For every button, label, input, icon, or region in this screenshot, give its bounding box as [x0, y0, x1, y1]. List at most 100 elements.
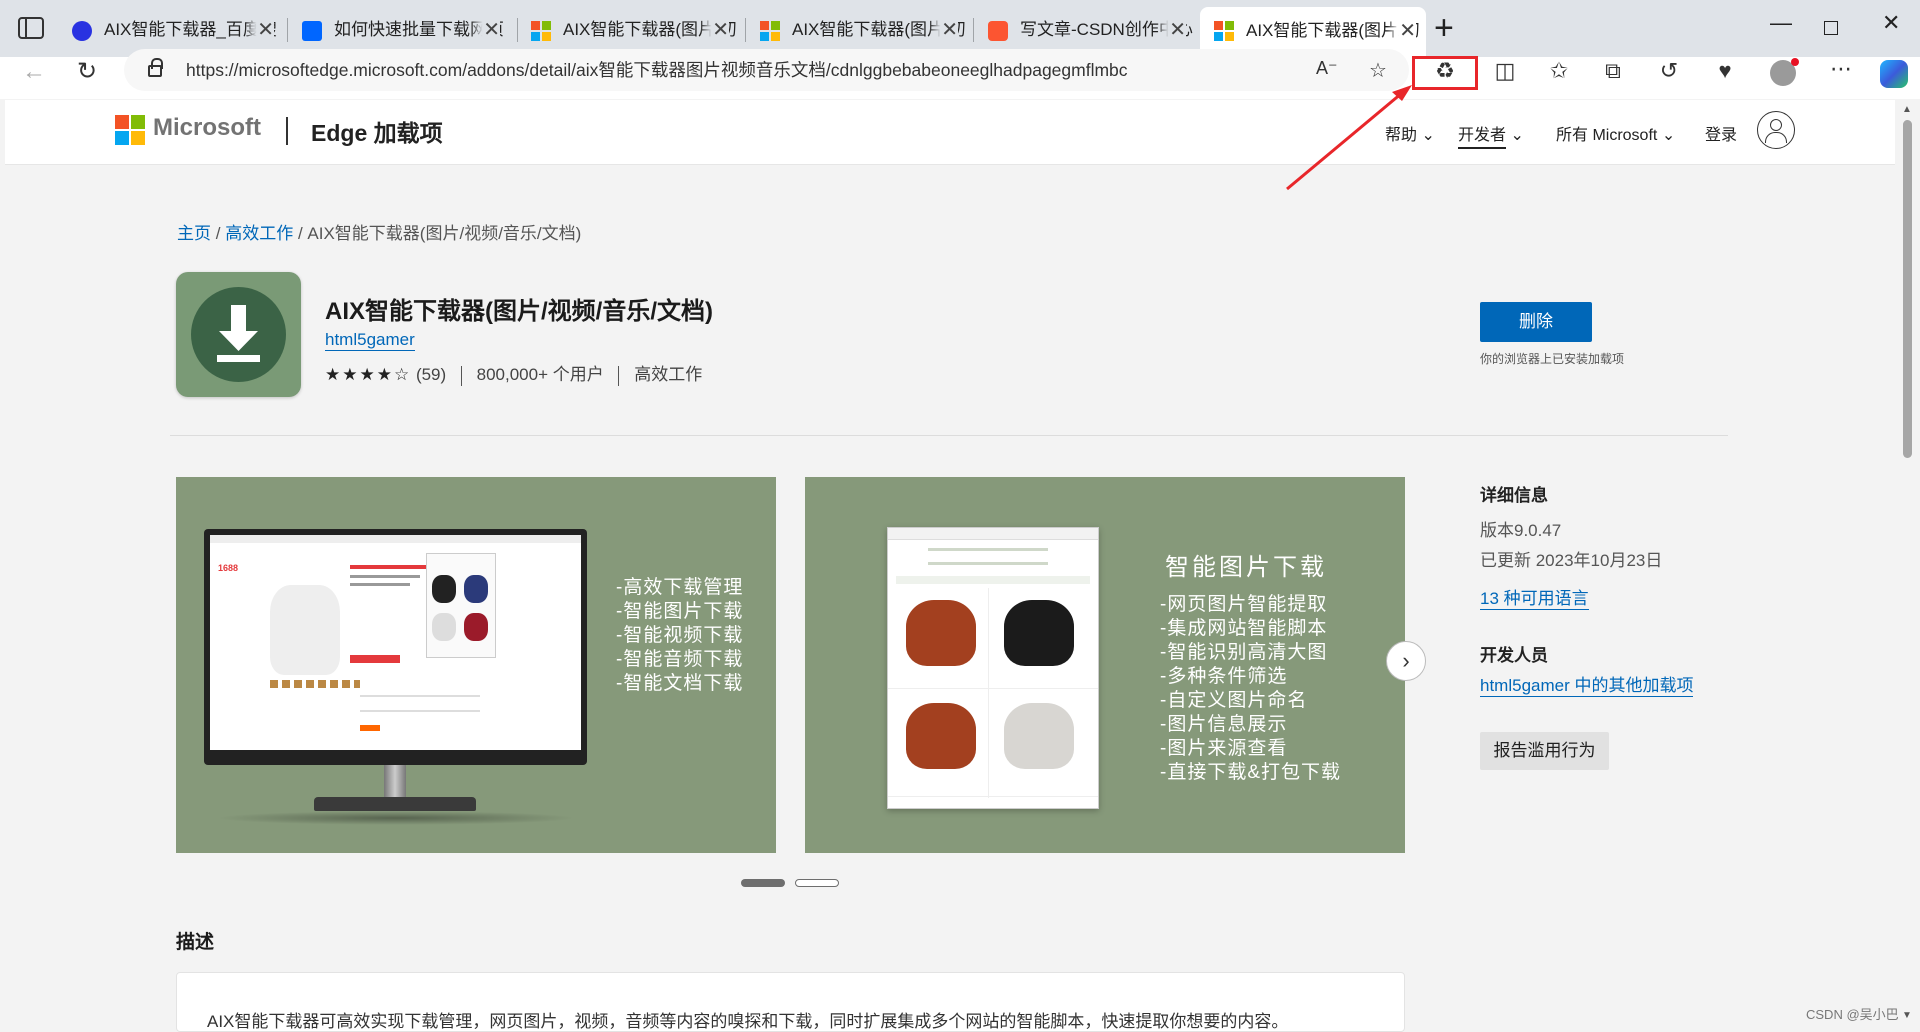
feature-list-1: -高效下载管理 -智能图片下载 -智能视频下载 -智能音频下载 -智能文档下载	[616, 576, 743, 696]
scroll-thumb[interactable]	[1903, 120, 1912, 458]
close-icon[interactable]: ✕	[471, 10, 500, 50]
divider	[170, 435, 1728, 436]
feature-item: -直接下载&打包下载	[1160, 762, 1342, 783]
baidu-icon	[72, 21, 92, 41]
tab-actions-icon[interactable]	[18, 17, 44, 39]
languages-link[interactable]: 13 种可用语言	[1480, 584, 1589, 610]
carousel-dot-active[interactable]	[741, 879, 785, 887]
feature-item: -智能图片下载	[616, 601, 744, 622]
microsoft-icon	[1214, 21, 1234, 41]
nav-developer[interactable]: 开发者 ⌄	[1458, 121, 1524, 149]
microsoft-icon	[760, 21, 780, 41]
feature-item: -高效下载管理	[616, 577, 744, 598]
nav-help-label: 帮助	[1385, 127, 1418, 144]
tab-4[interactable]: 写文章-CSDN创作中心 ✕	[974, 10, 1196, 50]
breadcrumb-category[interactable]: 高效工作	[225, 224, 293, 243]
feature-item: -图片信息展示	[1160, 714, 1288, 735]
brand-name[interactable]: Microsoft	[153, 114, 261, 142]
account-icon[interactable]	[1757, 111, 1795, 149]
site-header: Microsoft Edge 加载项 帮助 ⌄ 开发者 ⌄ 所有 Microso…	[5, 100, 1895, 165]
more-menu-icon[interactable]: ⋯	[1826, 56, 1856, 82]
nav-login[interactable]: 登录	[1705, 121, 1737, 145]
download-icon	[191, 287, 286, 382]
section-title[interactable]: Edge 加载项	[311, 114, 443, 148]
addon-category[interactable]: 高效工作	[634, 365, 702, 384]
feature-item: -智能视频下载	[616, 625, 744, 646]
feature-item: -网页图片智能提取	[1160, 594, 1328, 615]
addon-title: AIX智能下载器(图片/视频/音乐/文档)	[325, 298, 713, 325]
monitor-illustration: 1688	[204, 529, 587, 765]
tab-2[interactable]: AIX智能下载器(图片/初 ✕	[517, 10, 739, 50]
scroll-down-icon[interactable]: ▼	[1902, 1010, 1912, 1021]
details-heading: 详细信息	[1480, 486, 1548, 505]
tab-1[interactable]: 如何快速批量下载网页 ✕	[288, 10, 510, 50]
close-icon[interactable]: ✕	[1387, 7, 1416, 55]
history-icon[interactable]: ↺	[1654, 58, 1684, 84]
close-icon[interactable]: ✕	[700, 10, 729, 50]
minimize-icon[interactable]: —	[1770, 10, 1792, 36]
address-bar[interactable]: https://microsoftedge.microsoft.com/addo…	[124, 49, 1409, 91]
developer-heading: 开发人员	[1480, 646, 1548, 665]
collections-icon[interactable]: ⧉	[1598, 58, 1628, 84]
nav-all-microsoft[interactable]: 所有 Microsoft ⌄	[1556, 121, 1675, 145]
scroll-up-icon[interactable]: ▲	[1902, 104, 1912, 115]
new-tab-button[interactable]: +	[1434, 10, 1454, 46]
tab-0[interactable]: AIX智能下载器_百度搜 ✕	[58, 10, 284, 50]
microsoft-logo-icon[interactable]	[115, 115, 145, 145]
header-divider	[286, 117, 288, 145]
carousel-dot[interactable]	[795, 879, 839, 887]
close-icon[interactable]: ✕	[1157, 10, 1186, 50]
nav-all-microsoft-label: 所有 Microsoft	[1556, 127, 1658, 144]
favorite-star-icon[interactable]: ☆	[1369, 58, 1387, 83]
addon-meta: ★★★★☆ (59) 800,000+ 个用户 高效工作	[325, 360, 702, 386]
meta-divider	[460, 365, 462, 386]
nav-help[interactable]: 帮助 ⌄	[1385, 121, 1435, 145]
zhihu-icon	[302, 21, 322, 41]
addon-icon	[176, 272, 301, 397]
installed-note: 你的浏览器上已安装加载项	[1480, 352, 1625, 366]
microsoft-icon	[531, 21, 551, 41]
close-icon[interactable]: ✕	[245, 10, 274, 50]
chevron-down-icon: ⌄	[1421, 127, 1435, 144]
monitor-base	[314, 797, 476, 811]
description-box: AIX智能下载器可高效实现下载管理，网页图片，视频，音频等内容的嗅探和下载，同时…	[176, 972, 1405, 1032]
watermark: CSDN @吴小巴	[1806, 1007, 1899, 1022]
refresh-icon[interactable]: ↻	[77, 57, 97, 86]
split-screen-icon[interactable]: ◫	[1490, 58, 1520, 84]
monitor-stand	[384, 765, 406, 801]
chevron-down-icon: ⌄	[1510, 127, 1524, 144]
notification-dot	[1791, 58, 1799, 66]
downloader-panel-illustration	[887, 527, 1099, 809]
copilot-icon[interactable]	[1880, 60, 1908, 88]
monitor-shadow	[216, 811, 576, 825]
feature-item: -集成网站智能脚本	[1160, 618, 1328, 639]
read-aloud-icon[interactable]: A⁻	[1316, 58, 1338, 79]
feature-item: -智能识别高清大图	[1160, 642, 1328, 663]
screenshot-2-title: 智能图片下载	[1165, 554, 1327, 581]
feature-item: -智能文档下载	[616, 673, 744, 694]
close-icon[interactable]: ✕	[929, 10, 958, 50]
screenshot-1[interactable]: 1688 -高效下载管理 -智能图片下载 -智能视频下载 -智能音频下载 -智能…	[176, 477, 776, 853]
tab-3[interactable]: AIX智能下载器(图片/初 ✕	[746, 10, 968, 50]
carousel-next-button[interactable]: ›	[1386, 641, 1426, 681]
remove-button[interactable]: 删除	[1480, 302, 1592, 342]
breadcrumb-home[interactable]: 主页	[177, 224, 211, 243]
restore-icon[interactable]	[1824, 21, 1838, 35]
updated-text: 已更新 2023年10月23日	[1480, 551, 1663, 570]
csdn-icon	[988, 21, 1008, 41]
rating-count[interactable]: (59)	[416, 365, 446, 384]
back-icon[interactable]: ←	[22, 58, 46, 86]
monitor-screen: 1688	[210, 535, 581, 750]
lock-icon	[148, 58, 163, 77]
developer-link[interactable]: html5gamer	[325, 330, 415, 351]
close-window-icon[interactable]: ✕	[1882, 10, 1900, 36]
page-scrollbar[interactable]: ▲ ▼	[1895, 100, 1920, 1030]
address-text[interactable]: https://microsoftedge.microsoft.com/addo…	[186, 49, 1128, 91]
developer-other-addons-link[interactable]: html5gamer 中的其他加载项	[1480, 671, 1694, 697]
favorites-icon[interactable]: ✩	[1544, 58, 1574, 84]
browser-essentials-icon[interactable]: ♥	[1710, 58, 1740, 84]
feature-item: -多种条件筛选	[1160, 666, 1288, 687]
screenshot-2[interactable]: 智能图片下载 -网页图片智能提取 -集成网站智能脚本 -智能识别高清大图 -多种…	[805, 477, 1405, 853]
report-abuse-button[interactable]: 报告滥用行为	[1480, 732, 1609, 770]
rating-stars-icon[interactable]: ★★★★☆	[325, 365, 411, 384]
